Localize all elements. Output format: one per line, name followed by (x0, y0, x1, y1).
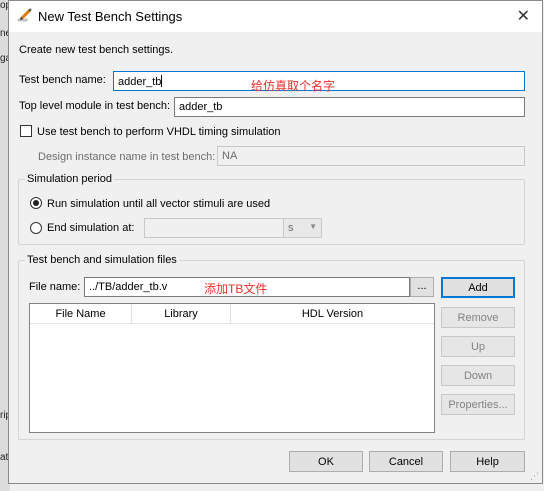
top-module-label: Top level module in test bench: (19, 100, 171, 112)
browse-button[interactable]: ... (410, 277, 434, 297)
properties-button[interactable]: Properties... (441, 394, 515, 415)
simulation-files-title: Test bench and simulation files (25, 254, 179, 266)
column-header-library[interactable]: Library (132, 304, 231, 324)
add-file-button[interactable]: Add (441, 277, 515, 298)
run-until-radio[interactable] (30, 197, 42, 209)
pencil-icon (17, 8, 33, 24)
ok-button[interactable]: OK (289, 451, 363, 472)
end-simulation-label: End simulation at: (47, 222, 135, 234)
design-instance-label: Design instance name in test bench: (38, 151, 216, 163)
time-unit-value: s (288, 222, 294, 234)
testbench-name-value: adder_tb (118, 76, 162, 88)
help-button[interactable]: Help (450, 451, 525, 472)
remove-file-button[interactable]: Remove (441, 307, 515, 328)
end-simulation-radio[interactable] (30, 222, 42, 234)
design-instance-field: NA (217, 146, 525, 166)
vhdl-timing-label: Use test bench to perform VHDL timing si… (37, 126, 281, 138)
time-unit-select: s ▼ (283, 218, 322, 238)
dialog-title: New Test Bench Settings (38, 9, 183, 24)
resize-grip-icon[interactable]: ⋰ (530, 472, 539, 481)
cancel-button[interactable]: Cancel (369, 451, 443, 472)
new-test-bench-settings-dialog: New Test Bench Settings ✕ Create new tes… (8, 0, 543, 484)
move-down-button[interactable]: Down (441, 365, 515, 386)
testbench-name-label: Test bench name: (19, 74, 106, 86)
simulation-period-title: Simulation period (25, 173, 114, 185)
column-header-hdl-version[interactable]: HDL Version (231, 304, 434, 324)
title-bar[interactable]: New Test Bench Settings ✕ (9, 1, 542, 32)
text-cursor (161, 75, 163, 87)
simulation-files-table[interactable]: File Name Library HDL Version (29, 303, 435, 433)
top-module-field[interactable]: adder_tb (174, 97, 525, 117)
file-name-value: ../TB/adder_tb.v (89, 281, 168, 293)
end-simulation-time-field (144, 218, 284, 238)
vhdl-timing-checkbox[interactable] (20, 125, 32, 137)
run-until-label: Run simulation until all vector stimuli … (47, 198, 271, 210)
close-icon[interactable]: ✕ (517, 6, 530, 26)
annotation-file-note: 添加TB文件 (204, 282, 268, 296)
top-module-value: adder_tb (179, 101, 223, 113)
column-header-file-name[interactable]: File Name (30, 304, 132, 324)
design-instance-value: NA (222, 150, 238, 162)
chevron-down-icon: ▼ (309, 222, 317, 231)
move-up-button[interactable]: Up (441, 336, 515, 357)
annotation-name-note: 给仿真取个名字 (251, 79, 336, 93)
file-name-label: File name: (29, 281, 81, 293)
dialog-description: Create new test bench settings. (19, 44, 174, 56)
